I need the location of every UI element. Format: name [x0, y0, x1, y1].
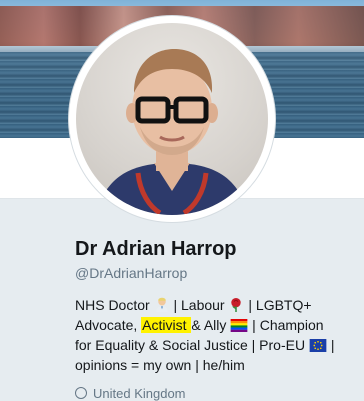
bio-highlight-activist: Activist [141, 317, 192, 333]
doctor-emoji-icon [155, 297, 168, 312]
profile-handle[interactable]: @DrAdrianHarrop [75, 265, 187, 281]
profile-bio: NHS Doctor | Labour | LGBTQ+ Advocate, A… [75, 295, 361, 375]
bio-line2-tail: | Champion [248, 317, 324, 333]
bio-line2-pre: Advocate, [75, 317, 142, 333]
avatar-photo [76, 23, 268, 215]
eu-flag-icon [309, 339, 327, 352]
bio-line1-post: | LGBTQ+ [248, 297, 312, 313]
location-icon [75, 387, 87, 399]
bio-line3: for Equality & Social Justice | Pro-EU [75, 337, 309, 353]
bio-line4: opinions = my own | he/him [75, 357, 245, 373]
profile-name: Dr Adrian Harrop [75, 238, 237, 260]
bio-line3-tail: | [326, 337, 335, 353]
bio-line1-mid: | Labour [173, 297, 229, 313]
location-text: United Kingdom [93, 386, 186, 401]
rose-emoji-icon [231, 297, 242, 312]
profile-location: United Kingdom [75, 386, 186, 401]
profile-avatar[interactable] [69, 16, 275, 222]
bio-line2-post: & Ally [191, 317, 231, 333]
bio-line1-pre: NHS Doctor [75, 297, 150, 313]
rainbow-flag-icon [230, 319, 248, 332]
avatar-portrait-icon [96, 49, 248, 215]
